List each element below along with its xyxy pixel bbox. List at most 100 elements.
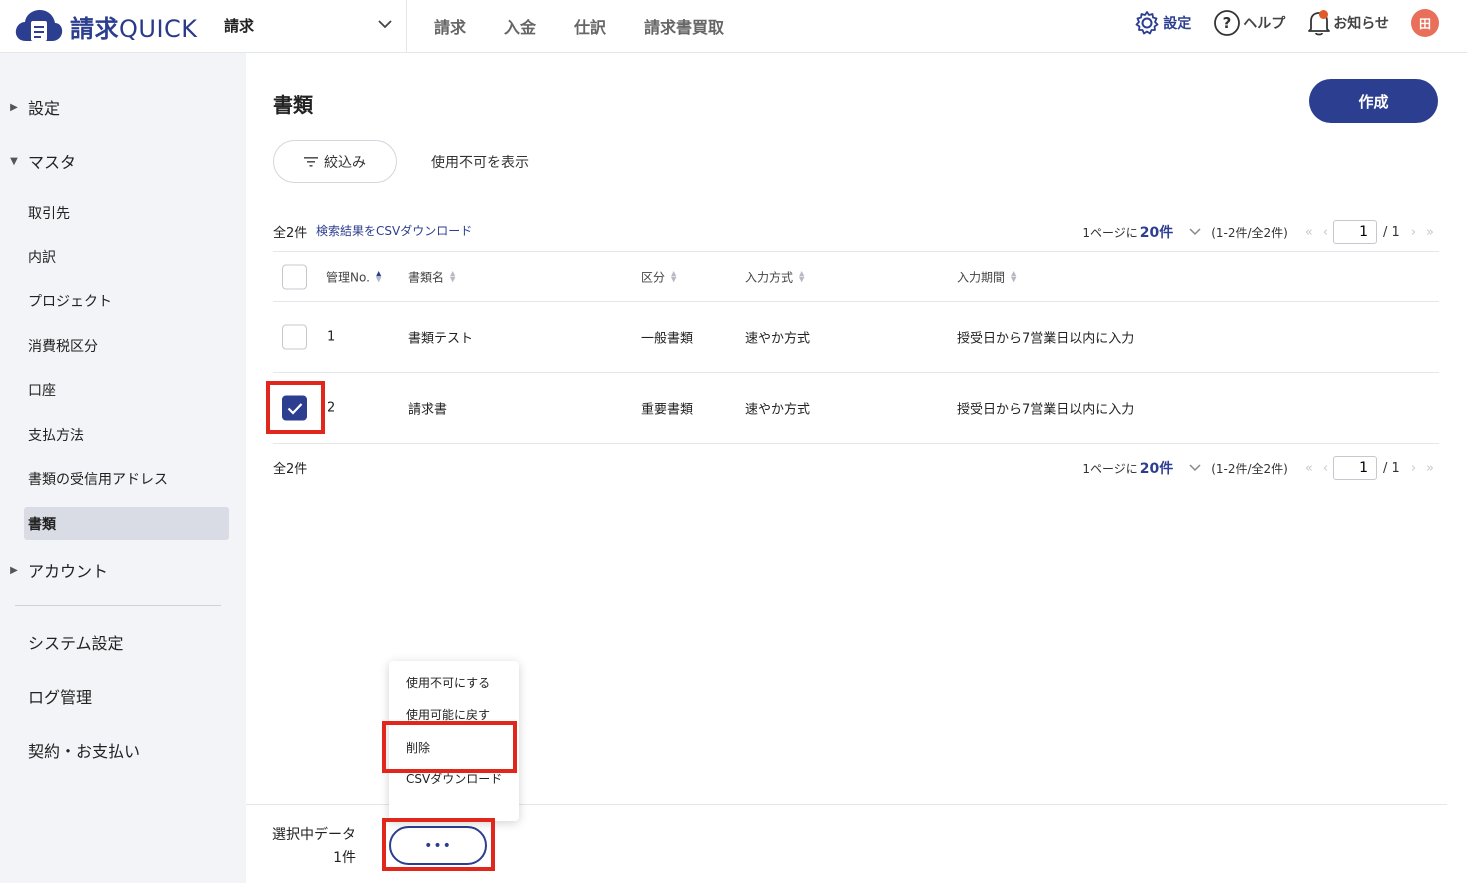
show-unusable-toggle[interactable]: 使用不可を表示 xyxy=(431,152,529,172)
col-management-no[interactable]: 管理No. ▲ ▼ xyxy=(326,268,381,285)
cell-no: 1 xyxy=(327,329,336,345)
chevron-down-icon xyxy=(378,18,392,33)
sidebar-group-label: アカウント xyxy=(28,562,109,581)
last-page-icon[interactable]: » xyxy=(1426,461,1434,476)
col-input-period[interactable]: 入力期間 ▲ ▼ xyxy=(957,268,1016,285)
sidebar-item-project[interactable]: プロジェクト xyxy=(28,291,112,311)
chevron-down-icon[interactable] xyxy=(1189,461,1201,475)
select-all-checkbox[interactable] xyxy=(282,264,307,289)
prev-page-icon[interactable]: ‹ xyxy=(1323,461,1328,476)
svg-text:?: ? xyxy=(1223,14,1232,32)
menu-item-delete[interactable]: 削除 xyxy=(406,738,506,758)
cloud-logo-icon xyxy=(15,10,63,41)
sidebar-item-account[interactable]: 口座 xyxy=(28,380,56,400)
cell-method: 速やか方式 xyxy=(745,402,811,418)
page-input[interactable] xyxy=(1333,220,1378,244)
filter-button-label: 絞込み xyxy=(324,154,366,171)
help-button[interactable]: ? ヘルプ xyxy=(1213,9,1285,37)
sidebar-item-documents[interactable]: 書類 xyxy=(28,514,56,534)
menu-item-enable[interactable]: 使用可能に戻す xyxy=(406,705,506,725)
sidebar-item-payment-method[interactable]: 支払方法 xyxy=(28,425,84,445)
prev-page-icon[interactable]: ‹ xyxy=(1323,225,1328,240)
header-divider xyxy=(406,0,407,53)
col-label: 入力期間 xyxy=(957,270,1006,284)
sidebar-group-label: 設定 xyxy=(28,99,61,118)
cell-no: 2 xyxy=(327,400,336,416)
col-label: 区分 xyxy=(641,270,666,284)
row-checkbox[interactable] xyxy=(282,395,307,421)
col-input-method[interactable]: 入力方式 ▲ ▼ xyxy=(745,268,804,285)
col-label: 書類名 xyxy=(408,270,445,284)
notifications-label: お知らせ xyxy=(1333,16,1389,32)
first-page-icon[interactable]: « xyxy=(1305,225,1313,240)
col-category[interactable]: 区分 ▲ ▼ xyxy=(641,268,676,285)
notifications-button[interactable]: お知らせ xyxy=(1307,9,1389,37)
table-row[interactable]: 1 書類テスト 一般書類 速やか方式 授受日から7営業日以内に入力 xyxy=(273,302,1439,373)
table-header: 管理No. ▲ ▼ 書類名 ▲ ▼ 区分 ▲ ▼ 入力方式 ▲ ▼ 入力期間 ▲ ▼ xyxy=(273,251,1439,302)
last-page-icon[interactable]: » xyxy=(1426,225,1434,240)
logo-quick: QUICK xyxy=(119,14,198,43)
menu-item-disable[interactable]: 使用不可にする xyxy=(406,673,506,693)
sort-icon: ▲ ▼ xyxy=(1011,269,1017,284)
menu-item-csv-download[interactable]: CSVダウンロード xyxy=(406,769,506,789)
sidebar-group-master[interactable]: ▼ マスタ xyxy=(0,149,76,173)
per-page-select[interactable]: 20件 xyxy=(1140,222,1173,242)
app-switcher[interactable]: 請求 xyxy=(224,12,392,38)
help-label: ヘルプ xyxy=(1243,16,1286,32)
selected-number: 1件 xyxy=(333,850,356,866)
sidebar-group-account[interactable]: ▶ アカウント xyxy=(0,558,108,582)
pagination: 1ページに 20件 (1-2件/全2件) « ‹ / 1 › » xyxy=(1082,220,1439,244)
create-button[interactable]: 作成 xyxy=(1309,79,1438,123)
sidebar-item-contract-billing[interactable]: 契約・お支払い xyxy=(28,738,140,762)
row-checkbox[interactable] xyxy=(282,324,307,350)
app-switcher-label: 請求 xyxy=(224,16,255,35)
per-page-prefix: 1ページに xyxy=(1082,225,1138,240)
sidebar-item-system-settings[interactable]: システム設定 xyxy=(28,630,124,654)
sidebar-group-settings[interactable]: ▶ 設定 xyxy=(0,95,60,119)
sidebar-item-document-address[interactable]: 書類の受信用アドレス xyxy=(28,469,168,489)
more-actions-menu: 使用不可にする 使用可能に戻す 削除 CSVダウンロード xyxy=(389,661,519,821)
total-pages: / 1 xyxy=(1383,224,1400,240)
table-toolbar-bottom: 全2件 1ページに 20件 (1-2件/全2件) « ‹ / 1 › » xyxy=(273,456,1439,480)
avatar[interactable]: 田 xyxy=(1411,9,1439,37)
sidebar-item-partners[interactable]: 取引先 xyxy=(28,203,70,223)
csv-download-link[interactable]: 検索結果をCSVダウンロード xyxy=(316,222,472,239)
col-label: 管理No. xyxy=(326,270,370,284)
app-header: 請求QUICK 請求 請求 入金 仕訳 請求書買取 設定 ? ヘルプ お知らせ … xyxy=(0,0,1467,53)
nav-invoice[interactable]: 請求 xyxy=(434,14,466,38)
sort-icon: ▲ ▼ xyxy=(375,269,382,284)
sort-icon: ▲ ▼ xyxy=(671,269,677,284)
sidebar-item-breakdown[interactable]: 内訳 xyxy=(28,247,56,267)
selected-count: 選択中データ 1件 xyxy=(272,824,356,870)
settings-button[interactable]: 設定 xyxy=(1133,9,1191,37)
nav-journal[interactable]: 仕訳 xyxy=(574,14,606,38)
filter-icon xyxy=(304,156,318,167)
cell-category: 一般書類 xyxy=(641,331,694,347)
page-range: (1-2件/全2件) xyxy=(1211,225,1288,240)
col-document-name[interactable]: 書類名 ▲ ▼ xyxy=(408,268,455,285)
page-input[interactable] xyxy=(1333,456,1378,480)
nav-invoice-purchase[interactable]: 請求書買取 xyxy=(644,14,724,38)
chevron-down-icon[interactable] xyxy=(1189,225,1201,239)
sidebar-item-tax-category[interactable]: 消費税区分 xyxy=(28,336,98,356)
logo-text: 請求QUICK xyxy=(70,14,198,43)
cell-name: 請求書 xyxy=(408,402,448,418)
next-page-icon[interactable]: › xyxy=(1411,225,1416,240)
next-page-icon[interactable]: › xyxy=(1411,461,1416,476)
cell-category: 重要書類 xyxy=(641,402,694,418)
table-row[interactable]: 2 請求書 重要書類 速やか方式 授受日から7営業日以内に入力 xyxy=(273,373,1439,444)
sidebar-item-log-management[interactable]: ログ管理 xyxy=(28,684,92,708)
col-label: 入力方式 xyxy=(745,270,794,284)
top-nav: 請求 入金 仕訳 請求書買取 xyxy=(434,14,762,38)
per-page-select[interactable]: 20件 xyxy=(1140,458,1173,478)
cell-period: 授受日から7営業日以内に入力 xyxy=(957,402,1135,418)
caret-right-icon: ▶ xyxy=(10,564,18,576)
cell-name: 書類テスト xyxy=(408,331,474,347)
first-page-icon[interactable]: « xyxy=(1305,461,1313,476)
per-page-prefix: 1ページに xyxy=(1082,461,1138,476)
filter-button[interactable]: 絞込み xyxy=(273,140,397,183)
nav-payment-received[interactable]: 入金 xyxy=(504,14,536,38)
logo[interactable]: 請求QUICK xyxy=(14,7,198,45)
more-actions-button[interactable]: ••• xyxy=(389,826,487,865)
pagination: 1ページに 20件 (1-2件/全2件) « ‹ / 1 › » xyxy=(1082,456,1439,480)
